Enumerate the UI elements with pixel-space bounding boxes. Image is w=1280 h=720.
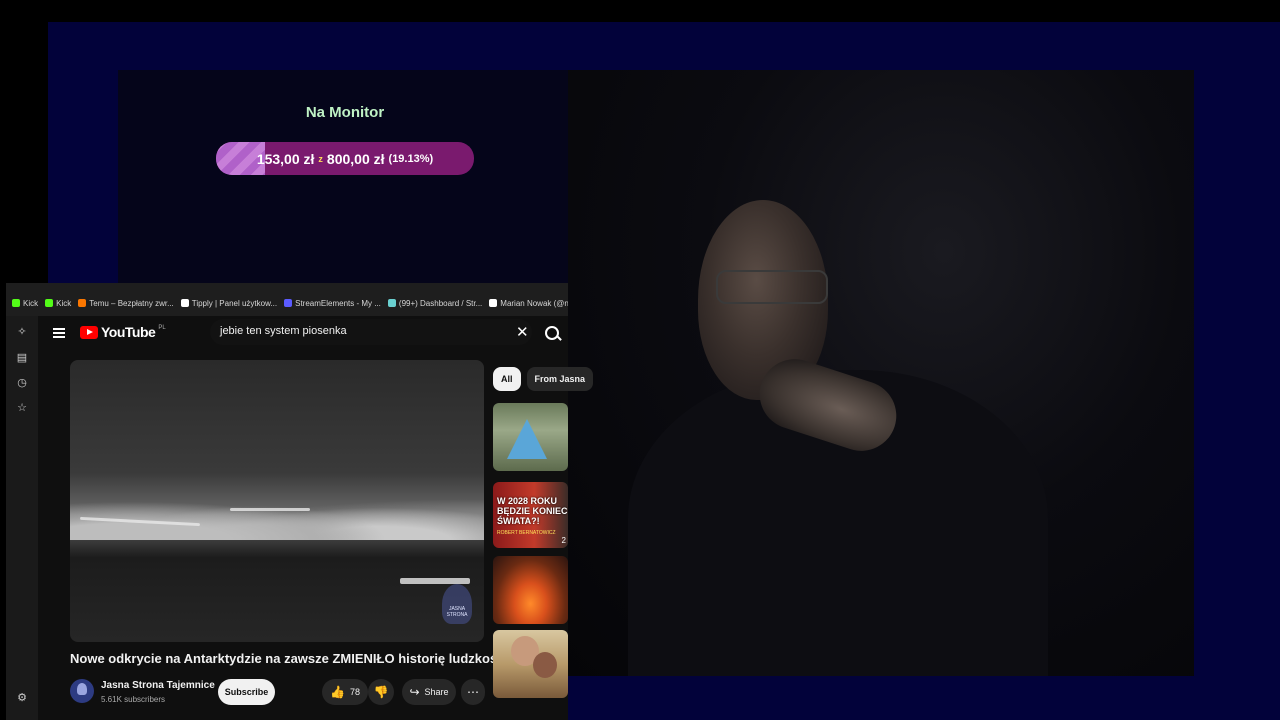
subscribe-button[interactable]: Subscribe xyxy=(218,679,275,705)
more-actions-button[interactable]: ⋯ xyxy=(461,679,485,705)
menu-icon[interactable] xyxy=(53,328,65,338)
goal-progress-text: 153,00 zł z 800,00 zł (19.13%) xyxy=(216,142,474,175)
subscriber-count: 5.61K subscribers xyxy=(101,695,166,704)
thumbnail-headline: W 2028 ROKU BĘDZIE KONIEC ŚWIATA?! xyxy=(497,496,568,526)
channel-name[interactable]: Jasna Strona Tajemnice xyxy=(101,680,215,691)
settings-icon[interactable]: ⚙ xyxy=(16,692,28,704)
search-query: jebie ten system piosenka xyxy=(220,325,347,337)
kick-icon xyxy=(45,299,54,307)
goal-current: 153,00 zł xyxy=(256,150,315,167)
video-title: Nowe odkrycie na Antarktydzie na zawsze … xyxy=(70,651,509,666)
star-icon[interactable]: ☆ xyxy=(16,402,28,414)
thumbnail-person xyxy=(533,652,557,678)
channel-watermark: JASNA STRONA xyxy=(442,584,472,624)
webcam-feed xyxy=(568,70,1194,676)
temu-icon xyxy=(78,299,87,307)
like-count: 78 xyxy=(349,687,360,697)
history-icon[interactable]: ◷ xyxy=(16,377,28,389)
thumbnail-caption: ROBERT BERNATOWICZ xyxy=(497,530,556,536)
youtube-play-icon xyxy=(80,325,98,339)
recommended-thumbnail[interactable]: W 2028 ROKU BĘDZIE KONIEC ŚWIATA?! ROBER… xyxy=(493,482,568,548)
share-button[interactable]: ↪ Share xyxy=(402,679,456,705)
recommended-thumbnail[interactable] xyxy=(493,403,568,471)
thumbnail-number: 2 xyxy=(561,536,566,545)
recommended-thumbnail[interactable] xyxy=(493,556,568,624)
browser-sidebar: ✧ ▤ ◷ ☆ ⚙ xyxy=(6,316,38,720)
like-button[interactable]: 👍 78 xyxy=(322,679,368,705)
tipply-icon xyxy=(180,299,189,307)
bookmark-label: Kick xyxy=(56,298,72,308)
chip-all[interactable]: All xyxy=(493,367,521,391)
bookmark-label: (99+) Dashboard / Str... xyxy=(398,298,483,308)
bookmark-item[interactable]: Temu – Bezpłatny zwr... xyxy=(78,298,174,308)
share-icon: ↪ xyxy=(409,685,420,699)
youtube-wordmark: YouTube xyxy=(101,324,156,340)
more-icon: ⋯ xyxy=(467,685,479,699)
search-input[interactable]: jebie ten system piosenka ✕ xyxy=(210,319,559,345)
chip-from-channel[interactable]: From Jasna xyxy=(526,367,594,391)
kick-icon xyxy=(12,299,20,307)
goal-target: 800,00 zł xyxy=(326,150,385,167)
bookmark-item[interactable]: (99+) Dashboard / Str... xyxy=(387,298,483,308)
donation-goal-widget: Na Monitor 153,00 zł z 800,00 zł (19.13%… xyxy=(216,100,474,175)
thumbs-down-icon: 👎 xyxy=(373,685,389,699)
filter-chips: All From Jasna xyxy=(493,367,594,391)
x-icon xyxy=(489,299,498,307)
recommended-thumbnail[interactable] xyxy=(493,630,568,698)
person-glasses xyxy=(716,270,828,304)
video-player[interactable]: JASNA STRONA xyxy=(70,360,484,642)
bookmark-item[interactable]: Marian Nowak (@now... xyxy=(489,299,568,308)
bookmark-item[interactable]: Tipply | Panel użytkow... xyxy=(180,298,278,308)
channel-row: Jasna Strona Tajemnice 5.61K subscribers… xyxy=(70,677,485,709)
tent-image xyxy=(507,419,547,459)
streamelements-icon xyxy=(284,299,293,307)
bookmark-label: StreamElements - My ... xyxy=(295,298,381,308)
close-icon[interactable]: ✕ xyxy=(516,323,529,341)
video-frame-ice xyxy=(230,508,310,511)
avatar[interactable] xyxy=(70,679,94,703)
youtube-logo[interactable]: YouTube PL xyxy=(80,324,166,340)
bookmark-label: Tipply | Panel użytkow... xyxy=(191,298,278,308)
document-icon[interactable]: ▤ xyxy=(16,352,28,364)
thumbs-up-icon: 👍 xyxy=(330,685,345,699)
goal-title: Na Monitor xyxy=(305,104,385,121)
bookmark-item[interactable]: Kick xyxy=(12,299,38,308)
bookmark-item[interactable]: StreamElements - My ... xyxy=(284,299,381,308)
goal-percent: (19.13%) xyxy=(388,152,434,165)
video-frame-ice xyxy=(400,578,470,584)
bookmarks-bar: Kick Kick Temu – Bezpłatny zwr... Tipply | … xyxy=(6,283,568,316)
goal-of: z xyxy=(318,153,323,164)
bookmark-label: Marian Nowak (@now... xyxy=(500,298,568,308)
search-icon[interactable] xyxy=(540,322,566,348)
bookmark-label: Kick xyxy=(23,298,39,308)
youtube-header: YouTube PL jebie ten system piosenka ✕ xyxy=(38,316,568,348)
country-code: PL xyxy=(158,325,166,331)
sparkle-icon[interactable]: ✧ xyxy=(16,326,28,338)
dislike-button[interactable]: 👎 xyxy=(368,679,394,705)
bookmark-item[interactable]: Kick xyxy=(45,299,71,308)
share-label: Share xyxy=(424,687,449,697)
bookmark-label: Temu – Bezpłatny zwr... xyxy=(89,298,174,308)
goal-progress-bar: 153,00 zł z 800,00 zł (19.13%) xyxy=(216,142,474,175)
dashboard-icon xyxy=(387,299,396,307)
